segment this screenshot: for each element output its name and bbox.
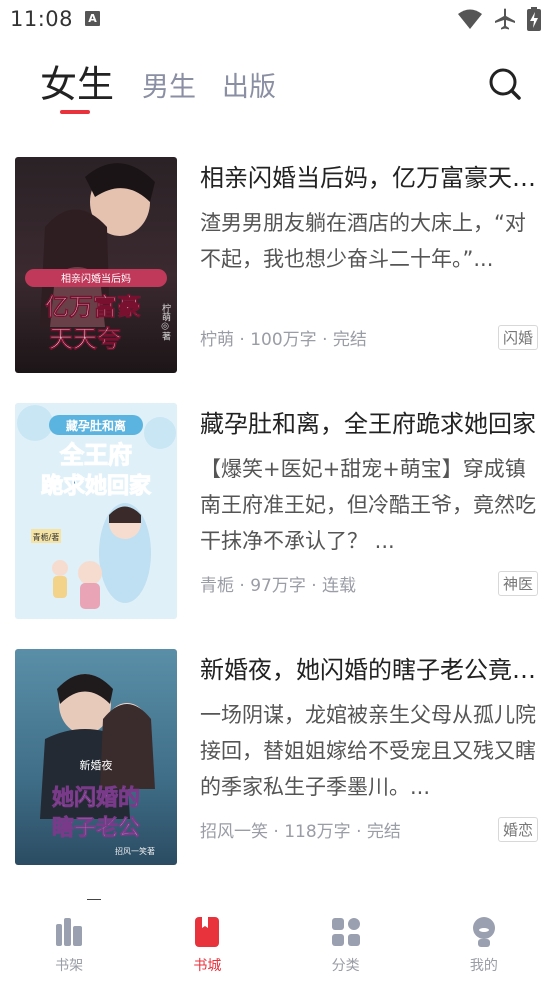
tab-male[interactable]: 男生 [142,68,196,108]
tab-publish[interactable]: 出版 [222,68,276,108]
cover-top-text: 相亲闪婚当后妈 [61,272,131,285]
search-icon[interactable] [487,66,523,102]
book-title[interactable]: 藏孕肚和离，全王府跪求她回家 [200,405,540,443]
svg-text:青栀/著: 青栀/著 [33,532,60,542]
book-item[interactable]: 新婚夜 她闪婚的 瞎子老公 招风一笑著 新婚夜，她闪婚的瞎子老公竟是首富 一场阴… [15,649,540,895]
book-info: 新婚夜，她闪婚的瞎子老公竟是首富 一场阴谋，龙婠被亲生父母从孤儿院接回，替姐姐嫁… [200,649,540,842]
tab-female[interactable]: 女生 [40,62,114,108]
status-icons [457,7,541,31]
battery-charging-icon [527,7,541,31]
book-info: 藏孕肚和离，全王府跪求她回家 【爆笑+医妃+甜宠+萌宝】穿成镇南王府准王妃，但冷… [200,403,540,596]
book-meta: 柠萌 · 100万字 · 完结 [200,330,367,350]
book-tag: 闪婚 [497,325,538,350]
book-info: 相亲闪婚当后妈，亿万富豪天天夸 渣男男朋友躺在酒店的大床上，“对不起，我也想少奋… [200,157,540,350]
book-meta: 青栀 · 97万字 · 连载 [200,576,357,596]
category-icon [331,918,360,946]
book-cover[interactable]: 相亲闪婚当后妈 亿万富豪 天天夸 柠萌◎著 [15,157,177,373]
svg-text:亿万富豪: 亿万富豪 [45,292,141,321]
book-description: 【爆笑+医妃+甜宠+萌宝】穿成镇南王府准王妃，但冷酷王爷，竟然吃干抹净不承认了？… [200,457,536,553]
nav-bookstore[interactable]: 书城 [138,900,276,984]
profile-icon [472,917,495,947]
notification-icon: A [85,11,100,26]
book-cover[interactable]: 新婚夜 她闪婚的 瞎子老公 招风一笑著 [15,649,177,865]
status-time: 11:08 [10,7,74,31]
category-tabs: 女生 男生 出版 [40,62,302,108]
book-description: 渣男男朋友躺在酒店的大床上，“对不起，我也想少奋斗二十年。”... [200,211,526,271]
book-tag: 神医 [497,571,538,596]
book-item[interactable]: 相亲闪婚当后妈 亿万富豪 天天夸 柠萌◎著 相亲闪婚当后妈，亿万富豪天天夸 渣男… [15,157,540,403]
bottom-nav: 书架 书城 分类 我的 [0,900,553,984]
wifi-icon [458,9,482,29]
book-title[interactable]: 新婚夜，她闪婚的瞎子老公竟是首富 [200,651,540,689]
book-list: 相亲闪婚当后妈 亿万富豪 天天夸 柠萌◎著 相亲闪婚当后妈，亿万富豪天天夸 渣男… [15,157,540,895]
svg-text:柠萌◎著: 柠萌◎著 [160,302,171,340]
nav-bookshelf[interactable]: 书架 [0,900,138,984]
svg-text:招风一笑著: 招风一笑著 [115,846,155,856]
nav-category[interactable]: 分类 [277,900,415,984]
svg-text:瞎子老公: 瞎子老公 [52,815,140,841]
nav-label: 我的 [469,958,498,974]
book-title[interactable]: 相亲闪婚当后妈，亿万富豪天天夸 [200,159,540,197]
book-item[interactable]: 藏孕肚和离 全王府 跪求她回家 青栀/著 藏孕肚和离，全王府跪求她回家 【爆笑+… [15,403,540,649]
bookstore-icon [195,917,220,947]
cover-top-text: 藏孕肚和离 [66,418,126,433]
nav-label: 书城 [193,958,222,974]
nav-profile[interactable]: 我的 [415,900,553,984]
svg-text:全王府: 全王府 [59,441,132,469]
book-cover[interactable]: 藏孕肚和离 全王府 跪求她回家 青栀/著 [15,403,177,619]
book-tag: 婚恋 [497,817,538,842]
book-meta: 招风一笑 · 118万字 · 完结 [200,822,401,842]
airplane-icon [495,8,515,30]
bookshelf-icon [56,918,83,946]
nav-label: 分类 [331,958,360,974]
svg-text:跪求她回家: 跪求她回家 [41,473,152,499]
book-description: 一场阴谋，龙婠被亲生父母从孤儿院接回，替姐姐嫁给不受宠且又残又瞎的季家私生子季墨… [200,703,536,799]
active-tab-indicator [60,110,90,114]
status-bar: 11:08 A [0,0,553,38]
cover-top-text: 新婚夜 [80,758,113,772]
svg-text:天天夸: 天天夸 [49,324,121,353]
svg-text:她闪婚的: 她闪婚的 [52,785,140,811]
nav-label: 书架 [55,958,84,974]
